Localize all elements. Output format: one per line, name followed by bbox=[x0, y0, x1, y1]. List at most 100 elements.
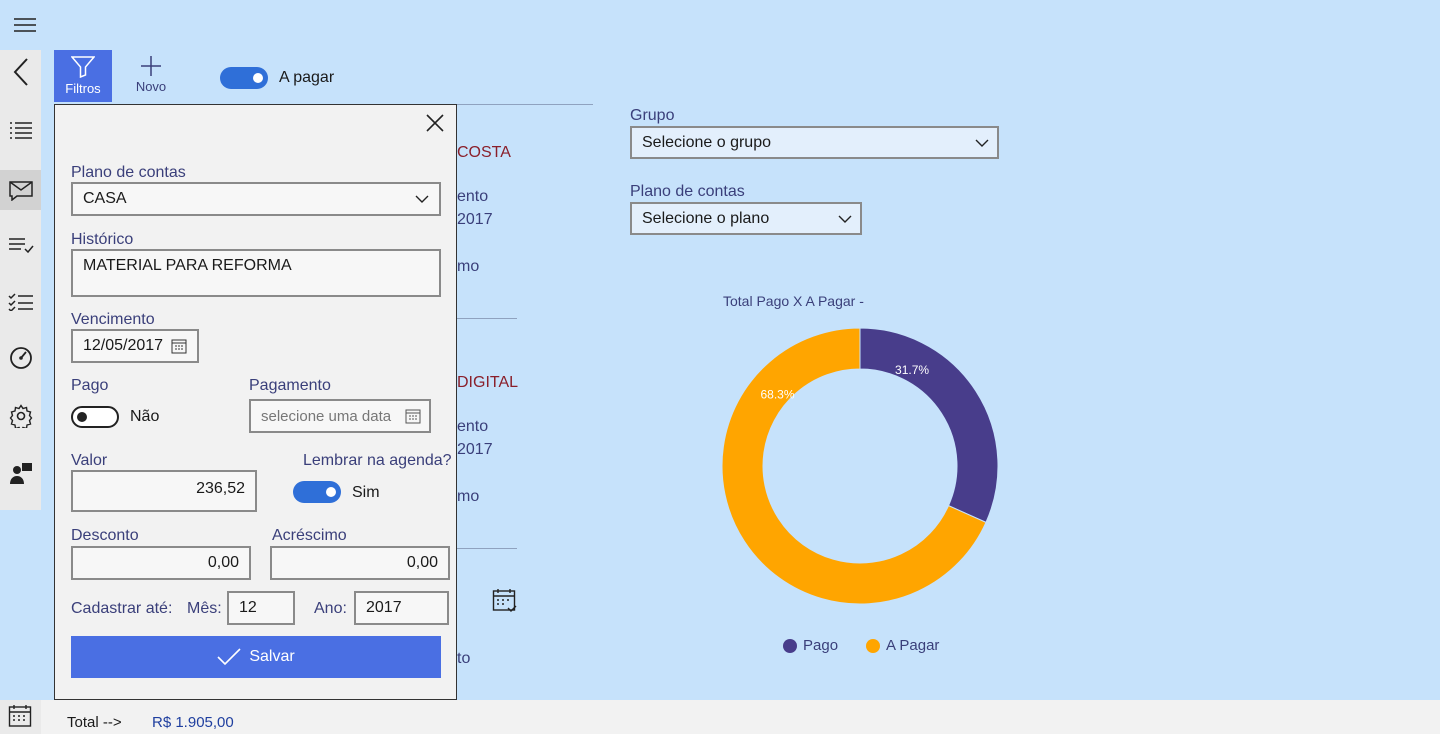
dashboard-icon bbox=[9, 347, 32, 369]
total-label: Total --> bbox=[67, 714, 122, 731]
calendar-icon bbox=[8, 705, 32, 727]
list-divider bbox=[457, 318, 517, 319]
calendar-icon bbox=[405, 409, 421, 424]
due-date-value: 12/05/2017 bbox=[83, 337, 164, 354]
group-label: Grupo bbox=[630, 107, 675, 124]
plan-filter-select-value: Selecione o plano bbox=[642, 209, 770, 227]
paid-toggle-text: Não bbox=[130, 408, 160, 425]
hamburger-menu-button[interactable] bbox=[0, 5, 50, 45]
reminder-toggle-text: Sim bbox=[352, 484, 380, 501]
back-button[interactable] bbox=[0, 52, 41, 92]
payment-date-label: Pagamento bbox=[249, 377, 331, 394]
plan-filter-label: Plano de contas bbox=[630, 183, 745, 200]
save-button[interactable]: Salvar bbox=[71, 636, 441, 678]
donut-chart: 31.7% 68.3% bbox=[721, 327, 999, 605]
new-entry-dialog: Plano de contas CASA Histórico MATERIAL … bbox=[54, 104, 457, 700]
plan-label: Plano de contas bbox=[71, 164, 186, 181]
reminder-toggle[interactable] bbox=[293, 481, 341, 503]
checklist-icon bbox=[8, 238, 34, 254]
filters-button[interactable]: Filtros bbox=[54, 50, 112, 102]
paid-label: Pago bbox=[71, 377, 109, 394]
mail-icon bbox=[8, 181, 33, 201]
list-item-text: mo bbox=[457, 488, 480, 505]
list-item-text: ento bbox=[457, 188, 489, 205]
hamburger-icon bbox=[14, 18, 36, 32]
new-button[interactable]: Novo bbox=[122, 55, 180, 99]
list-item-text: to bbox=[457, 650, 471, 667]
total-value: R$ 1.905,00 bbox=[152, 714, 234, 731]
list-item-text: mo bbox=[457, 258, 480, 275]
reminder-label: Lembrar na agenda? bbox=[303, 452, 452, 469]
discount-field[interactable]: 0,00 bbox=[71, 546, 251, 580]
chevron-down-icon bbox=[975, 139, 989, 147]
surcharge-label: Acréscimo bbox=[272, 527, 347, 544]
close-button[interactable] bbox=[423, 111, 447, 135]
close-icon bbox=[426, 114, 444, 132]
footer-bar: Total --> R$ 1.905,00 bbox=[41, 700, 1440, 734]
plan-select-value: CASA bbox=[83, 190, 127, 207]
calendar-icon bbox=[171, 339, 187, 354]
history-label: Histórico bbox=[71, 231, 134, 248]
month-label: Mês: bbox=[187, 600, 222, 617]
plus-icon bbox=[141, 56, 161, 76]
list-item-title: COSTA bbox=[457, 144, 511, 161]
nav-list[interactable] bbox=[0, 110, 41, 150]
discount-label: Desconto bbox=[71, 527, 139, 544]
list-divider bbox=[457, 104, 593, 105]
plan-select[interactable]: CASA bbox=[71, 182, 441, 216]
calendar-nav[interactable] bbox=[0, 700, 41, 734]
gear-icon bbox=[9, 404, 32, 428]
due-date-field[interactable]: 12/05/2017 bbox=[71, 329, 199, 363]
save-button-label: Salvar bbox=[249, 648, 295, 665]
a-pagar-toggle-label: A pagar bbox=[279, 69, 335, 86]
year-label: Ano: bbox=[314, 600, 347, 617]
legend-marker-pago bbox=[783, 638, 797, 653]
donut-data-label: 31.7% bbox=[895, 363, 929, 377]
due-date-label: Vencimento bbox=[71, 311, 155, 328]
nav-checklist[interactable] bbox=[0, 225, 41, 265]
paid-toggle[interactable] bbox=[71, 406, 119, 428]
surcharge-field[interactable]: 0,00 bbox=[270, 546, 450, 580]
chart-title: Total Pago X A Pagar - bbox=[723, 293, 864, 309]
filter-icon bbox=[71, 56, 95, 78]
payment-date-field[interactable]: selecione uma data bbox=[249, 399, 431, 433]
list-item-text: 2017 bbox=[457, 441, 493, 458]
list-divider bbox=[457, 548, 517, 549]
back-icon bbox=[13, 58, 28, 86]
list-item-text: 2017 bbox=[457, 211, 493, 228]
nav-checklist-2[interactable] bbox=[0, 282, 41, 322]
a-pagar-toggle[interactable] bbox=[220, 67, 268, 89]
payment-date-placeholder: selecione uma data bbox=[261, 407, 392, 425]
checklist2-icon bbox=[7, 293, 33, 311]
user-icon bbox=[9, 463, 32, 484]
group-select-value: Selecione o grupo bbox=[642, 133, 771, 151]
nav-user[interactable] bbox=[0, 453, 41, 493]
legend-label-a-pagar: A Pagar bbox=[886, 637, 940, 654]
list-icon bbox=[9, 122, 32, 139]
filters-button-label: Filtros bbox=[65, 81, 101, 96]
group-select[interactable]: Selecione o grupo bbox=[630, 126, 999, 159]
list-item-title: DIGITAL bbox=[457, 374, 519, 391]
value-label: Valor bbox=[71, 452, 108, 469]
value-field[interactable]: 236,52 bbox=[71, 470, 257, 512]
list-item-text: ento bbox=[457, 418, 489, 435]
nav-settings[interactable] bbox=[0, 396, 41, 436]
calendar-icon bbox=[492, 589, 517, 612]
month-field[interactable]: 12 bbox=[227, 591, 295, 625]
chart-legend: Pago A Pagar bbox=[783, 637, 939, 654]
legend-marker-a-pagar bbox=[866, 638, 881, 653]
checkmark-icon bbox=[217, 648, 241, 666]
chevron-down-icon bbox=[415, 195, 429, 203]
donut-data-label: 68.3% bbox=[761, 388, 795, 402]
donut-slice-pago bbox=[859, 327, 999, 524]
nav-dashboard[interactable] bbox=[0, 338, 41, 378]
register-until-label: Cadastrar até: bbox=[71, 600, 173, 617]
legend-label-pago: Pago bbox=[803, 637, 839, 654]
nav-mail[interactable] bbox=[0, 170, 41, 210]
plan-filter-select[interactable]: Selecione o plano bbox=[630, 202, 862, 235]
calendar-button[interactable] bbox=[492, 588, 518, 614]
chevron-down-icon bbox=[838, 215, 852, 223]
history-field[interactable]: MATERIAL PARA REFORMA bbox=[71, 249, 441, 297]
new-button-label: Novo bbox=[135, 79, 167, 94]
year-field[interactable]: 2017 bbox=[354, 591, 449, 625]
